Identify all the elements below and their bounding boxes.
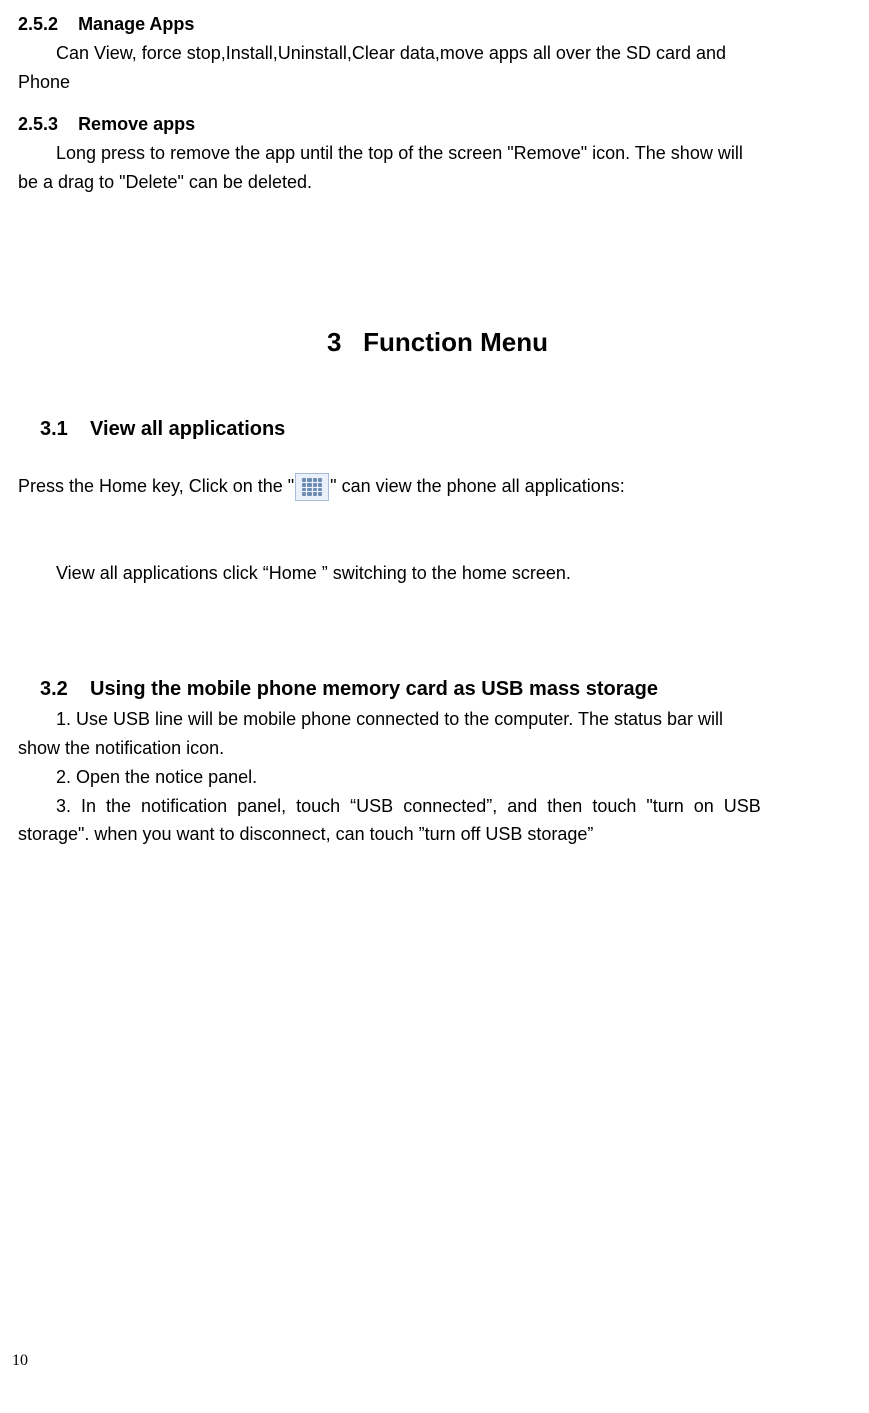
heading-title: Manage Apps bbox=[78, 14, 194, 34]
heading-title: Remove apps bbox=[78, 114, 195, 134]
text-run: Press the Home key, Click on the " bbox=[18, 476, 294, 496]
heading-2-5-2: 2.5.2 Manage Apps bbox=[18, 10, 857, 39]
paragraph: be a drag to "Delete" can be deleted. bbox=[18, 168, 857, 197]
document-page: 2.5.2 Manage Apps Can View, force stop,I… bbox=[0, 0, 869, 1380]
section-number: 3.2 bbox=[40, 678, 68, 700]
section-title-text: Using the mobile phone memory card as US… bbox=[90, 678, 658, 700]
section-number: 3.1 bbox=[40, 418, 68, 440]
text-run: " can view the phone all applications: bbox=[330, 476, 625, 496]
paragraph: Long press to remove the app until the t… bbox=[18, 139, 857, 168]
heading-2-5-3: 2.5.3 Remove apps bbox=[18, 110, 857, 139]
list-item-2: 2. Open the notice panel. bbox=[18, 763, 857, 792]
list-item-3-line2: storage". when you want to disconnect, c… bbox=[18, 820, 857, 849]
chapter-title-text: Function Menu bbox=[363, 327, 548, 357]
chapter-number: 3 bbox=[327, 327, 341, 357]
heading-number: 2.5.3 bbox=[18, 114, 58, 134]
heading-3-2: 3.2 Using the mobile phone memory card a… bbox=[40, 678, 857, 701]
list-item-1-line2: show the notification icon. bbox=[18, 734, 857, 763]
paragraph: View all applications click “Home ” swit… bbox=[18, 559, 857, 588]
list-item-3-line1: 3. In the notification panel, touch “USB… bbox=[18, 792, 857, 821]
paragraph: Press the Home key, Click on the " " can … bbox=[18, 471, 857, 502]
paragraph: Can View, force stop,Install,Uninstall,C… bbox=[18, 39, 857, 68]
page-number: 10 bbox=[12, 1352, 28, 1370]
heading-3-1: 3.1 View all applications bbox=[40, 418, 857, 441]
heading-number: 2.5.2 bbox=[18, 14, 58, 34]
apps-grid-icon bbox=[295, 473, 329, 501]
heading-chapter-3: 3 Function Menu bbox=[18, 327, 857, 358]
paragraph: Phone bbox=[18, 68, 857, 97]
list-item-1-line1: 1. Use USB line will be mobile phone con… bbox=[18, 705, 857, 734]
section-title-text: View all applications bbox=[90, 418, 285, 440]
